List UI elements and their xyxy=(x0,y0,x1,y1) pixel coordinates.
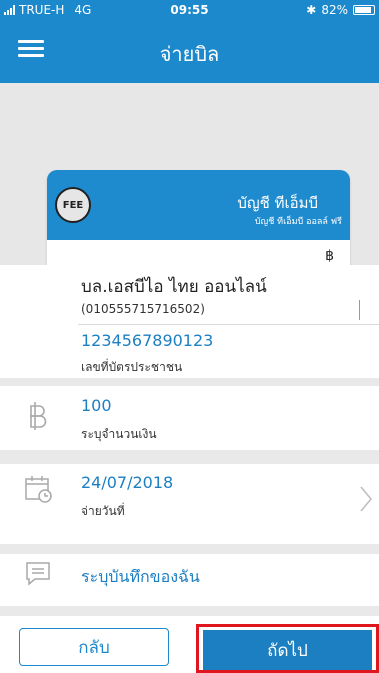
divider xyxy=(78,324,379,325)
amount-row[interactable] xyxy=(0,386,379,450)
reference-label: เลขที่บัตรประชาชน xyxy=(81,360,183,374)
amount-value[interactable]: 100 xyxy=(81,396,112,415)
section-separator xyxy=(0,450,379,464)
chevron-right-icon[interactable] xyxy=(359,485,373,513)
page-title: จ่ายบิล xyxy=(159,42,220,66)
section-separator xyxy=(0,606,379,616)
status-right: ✱ 82% xyxy=(306,3,375,17)
status-bar: TRUE-H 4G 09:55 ✱ 82% xyxy=(0,0,379,20)
account-card-area: FEE บัญชี ทีเอ็มบี บัญชี ทีเอ็มบี ออลล์ … xyxy=(0,83,379,298)
battery-percent: 82% xyxy=(321,3,348,17)
account-type: บัญชี ทีเอ็มบี ออลล์ ฟรี xyxy=(254,217,342,227)
biller-id: (010555715716502) xyxy=(81,302,205,316)
fee-logo-icon: FEE xyxy=(55,187,91,223)
note-bubble-icon xyxy=(26,562,50,586)
bluetooth-icon: ✱ xyxy=(306,3,317,17)
account-name: บัญชี ทีเอ็มบี xyxy=(237,194,318,212)
section-separator xyxy=(0,378,379,386)
note-label[interactable]: ระบุบันทึกของฉัน xyxy=(81,565,200,590)
amount-label: ระบุจำนวนเงิน xyxy=(81,427,157,441)
reference-value[interactable]: 1234567890123 xyxy=(81,331,213,350)
app-header: จ่ายบิล xyxy=(0,20,379,83)
next-button[interactable]: ถัดไป xyxy=(203,630,372,670)
date-row[interactable] xyxy=(0,464,379,544)
calendar-icon xyxy=(25,476,52,503)
battery-icon xyxy=(353,5,375,15)
currency-symbol: ฿ xyxy=(325,248,334,264)
date-label: จ่ายวันที่ xyxy=(81,504,125,518)
baht-icon xyxy=(30,402,47,430)
section-separator xyxy=(0,544,379,554)
next-button-highlight: ถัดไป xyxy=(196,624,379,673)
divider-mark xyxy=(359,300,360,320)
biller-name: บล.เอสบีไอ ไทย ออนไลน์ xyxy=(81,277,267,297)
back-button[interactable]: กลับ xyxy=(19,628,169,666)
date-value[interactable]: 24/07/2018 xyxy=(81,473,173,492)
